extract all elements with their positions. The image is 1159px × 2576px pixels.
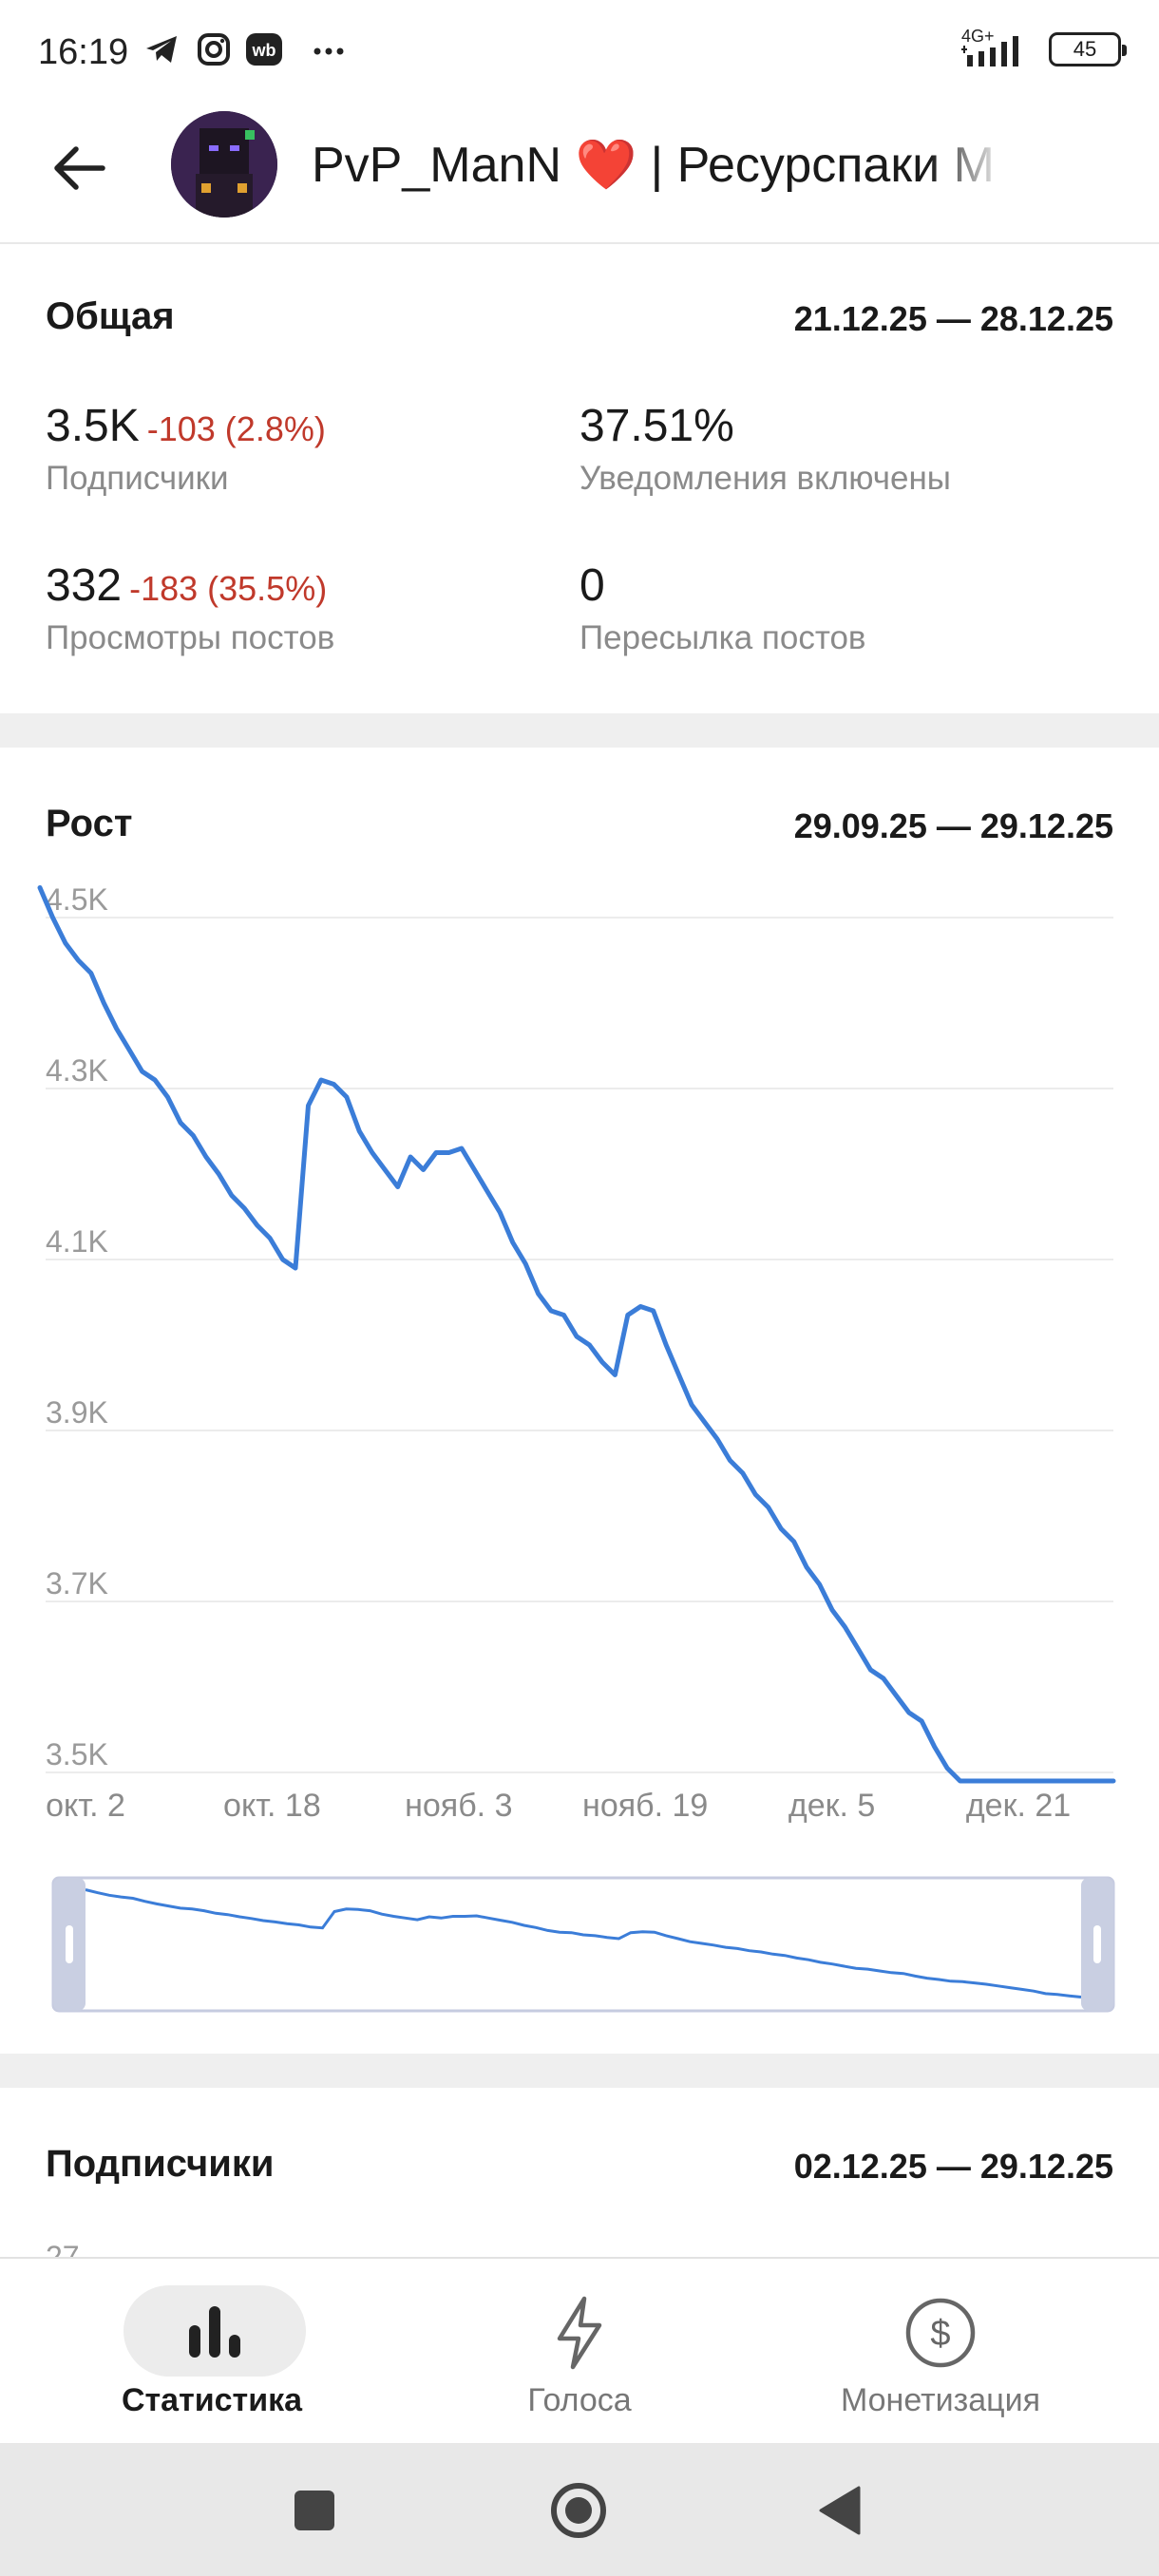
nav-votes[interactable]: Голоса bbox=[387, 2259, 772, 2445]
x-tick-label: нояб. 3 bbox=[405, 1788, 512, 1824]
nav-statistics[interactable]: Статистика bbox=[19, 2259, 405, 2445]
signal-icon: 4G+ bbox=[961, 27, 1037, 70]
stat-label: Просмотры постов bbox=[46, 619, 335, 656]
subscribers-title: Подписчики bbox=[46, 2143, 275, 2185]
x-tick-label: дек. 5 bbox=[788, 1788, 875, 1824]
system-navigation-bar bbox=[0, 2443, 1159, 2576]
nav-label: Голоса bbox=[527, 2382, 632, 2418]
series-line bbox=[37, 885, 1116, 1784]
stat-post-forwards: 0 Пересылка постов bbox=[580, 559, 866, 657]
overview-card: Общая 21.12.25 — 28.12.25 3.5K -103 (2.8%… bbox=[0, 246, 1159, 713]
subscribers-date-range: 02.12.25 — 29.12.25 bbox=[793, 2147, 1113, 2186]
battery-level: 45 bbox=[1073, 37, 1097, 61]
stat-value: 37.51% bbox=[580, 401, 734, 451]
y-tick-label: 3.5K bbox=[46, 1737, 108, 1771]
x-tick-label: дек. 21 bbox=[966, 1788, 1071, 1824]
bar-chart-icon bbox=[189, 2306, 240, 2358]
battery-icon: 45 bbox=[1049, 32, 1127, 66]
channel-header: PvP_ManN ❤️ | Ресурспаки M bbox=[0, 100, 1159, 244]
channel-title: PvP_ManN ❤️ | Ресурспаки M bbox=[312, 136, 1005, 194]
nav-label: Монетизация bbox=[840, 2382, 1041, 2418]
stat-label: Подписчики bbox=[46, 460, 229, 497]
channel-avatar[interactable] bbox=[171, 111, 277, 218]
x-tick-label: нояб. 19 bbox=[582, 1788, 708, 1824]
nav-label: Статистика bbox=[121, 2382, 303, 2418]
channel-title-text: PvP_ManN ❤️ | Ресурспаки M bbox=[312, 138, 995, 193]
range-navigator bbox=[51, 1876, 1115, 2013]
instagram-icon bbox=[198, 33, 230, 66]
stat-delta: -103 (2.8%) bbox=[146, 409, 326, 448]
title-fade bbox=[929, 136, 1005, 194]
stat-subscribers: 3.5K -103 (2.8%) Подписчики bbox=[46, 400, 326, 498]
telegram-icon bbox=[146, 36, 177, 63]
handle-grip bbox=[1093, 1925, 1101, 1963]
y-tick-label: 4.3K bbox=[46, 1053, 108, 1088]
y-tick-label: 4.1K bbox=[46, 1224, 108, 1259]
handle-grip bbox=[66, 1925, 73, 1963]
stat-label: Пересылка постов bbox=[580, 619, 866, 656]
section-divider bbox=[0, 2054, 1159, 2088]
svg-text:wb: wb bbox=[252, 41, 276, 60]
y-tick-label: 4.5K bbox=[46, 882, 108, 917]
stat-label: Уведомления включены bbox=[580, 460, 951, 497]
y-tick-label: 3.9K bbox=[46, 1395, 108, 1430]
bottom-navigation: Статистика Голоса $ Монетизация bbox=[0, 2257, 1159, 2443]
stat-notifications: 37.51% Уведомления включены bbox=[580, 400, 951, 498]
overview-title: Общая bbox=[46, 295, 175, 337]
subscribers-y-tick: 27 bbox=[46, 2240, 80, 2257]
stat-value: 332 bbox=[46, 560, 123, 611]
recents-square-icon[interactable] bbox=[293, 2489, 336, 2532]
growth-chart[interactable]: 4.5K 4.3K 4.1K 3.9K 3.7K 3.5K окт. 2 окт. 18 но… bbox=[0, 748, 1159, 2054]
back-arrow-icon[interactable] bbox=[46, 134, 114, 202]
nav-monetization[interactable]: $ Монетизация bbox=[748, 2259, 1133, 2445]
section-divider bbox=[0, 713, 1159, 748]
stat-delta: -183 (35.5%) bbox=[129, 569, 328, 608]
stat-value: 0 bbox=[580, 560, 605, 611]
lightning-icon bbox=[557, 2296, 602, 2370]
x-tick-label: окт. 2 bbox=[46, 1788, 125, 1824]
overview-date-range: 21.12.25 — 28.12.25 bbox=[793, 299, 1113, 338]
home-circle-icon[interactable] bbox=[549, 2481, 608, 2540]
x-tick-label: окт. 18 bbox=[223, 1788, 321, 1824]
status-time: 16:19 bbox=[38, 32, 129, 72]
subscribers-card: Подписчики 02.12.25 — 29.12.25 27 bbox=[0, 2088, 1159, 2257]
more-dots-icon bbox=[314, 47, 344, 55]
svg-text:$: $ bbox=[930, 2314, 950, 2354]
wb-icon: wb bbox=[246, 33, 282, 66]
status-bar: 16:19 wb 4G+ 45 bbox=[0, 0, 1159, 100]
y-tick-label: 3.7K bbox=[46, 1566, 108, 1601]
stat-value: 3.5K bbox=[46, 401, 140, 451]
stat-post-views: 332 -183 (35.5%) Просмотры постов bbox=[46, 559, 334, 657]
growth-card: Рост 29.09.25 — 29.12.25 4.5K 4.3K 4.1K 3.9… bbox=[0, 748, 1159, 2054]
dollar-circle-icon: $ bbox=[905, 2298, 976, 2368]
back-triangle-icon[interactable] bbox=[817, 2485, 863, 2536]
